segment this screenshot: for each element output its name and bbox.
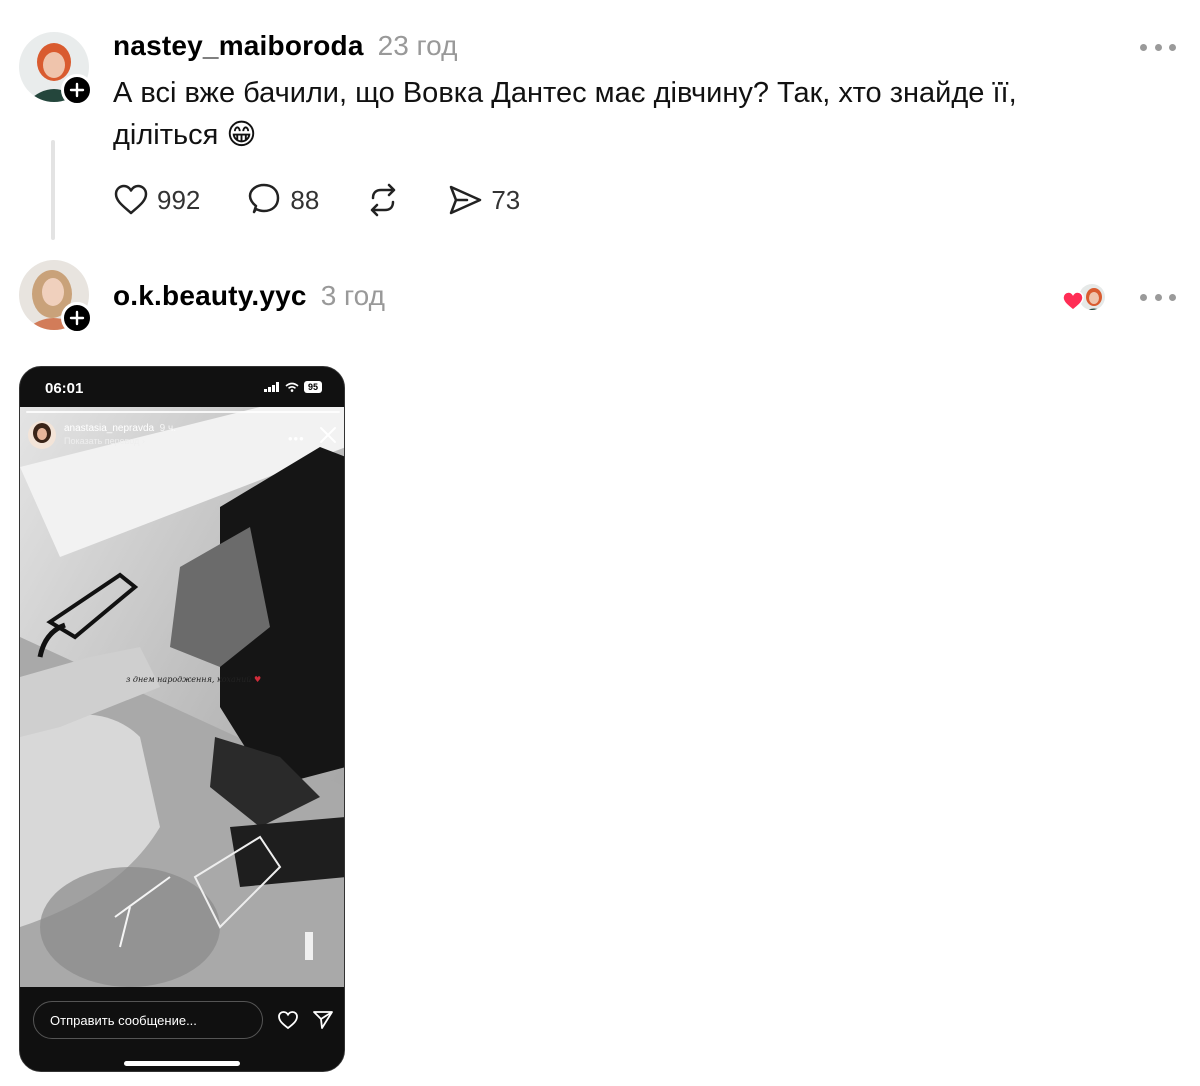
wifi-icon [285,382,299,392]
caption-text: з днем народження, коханий [126,675,252,684]
send-icon [450,185,482,215]
thread-line [51,140,55,240]
status-time: 06:01 [45,380,84,397]
post-header: nastey_maiboroda 23 год [113,30,457,62]
username[interactable]: nastey_maiboroda [113,30,364,62]
post-time: 3 год [320,280,385,311]
story-header: anastasia_nepravda 9 ч. Показать перевод… [28,421,176,449]
status-icons: 95 [263,381,322,393]
close-icon [320,427,336,443]
story-photo: anastasia_nepravda 9 ч. Показать перевод… [20,407,344,987]
post-time: 23 год [377,30,458,61]
home-indicator [124,1061,240,1066]
story-age: 9 ч. [159,423,176,434]
status-bar: 06:01 95 [20,367,344,409]
signal-icon [263,382,279,392]
more-icon[interactable] [1140,42,1176,52]
more-icon: ••• [288,431,305,446]
like-count: 992 [157,184,201,215]
story-progress [26,411,340,413]
more-icon[interactable] [1140,292,1176,302]
thread-post-1: nastey_maiboroda 23 год А всі вже бачили… [0,0,1200,240]
repost-icon [371,183,396,217]
share-count: 73 [491,184,521,215]
follow-button[interactable] [61,302,93,334]
plus-icon [69,310,85,326]
username[interactable]: o.k.beauty.yyc [113,280,307,312]
story-user: anastasia_nepravda 9 ч. Показать перевод… [64,423,176,446]
plus-icon [69,82,85,98]
heart-icon [1062,291,1084,311]
like-button[interactable]: 992 [113,182,200,218]
heart-icon: ♥ [253,675,262,684]
liked-by-indicator[interactable] [1062,282,1108,314]
story-reply-bar: Отправить сообщение... [20,987,344,1071]
post-image[interactable]: 06:01 95 anastasia_nepravda 9 ч. Показат… [19,366,345,1072]
avatar [28,421,56,449]
author-avatar-1[interactable] [19,32,93,106]
story-photo-image [20,407,344,987]
send-icon [313,1011,333,1029]
story-caption: з днем народження, коханий ♥ [126,675,261,684]
heart-icon [114,184,148,215]
post-header: o.k.beauty.yyc 3 год [113,280,385,312]
author-avatar-2[interactable] [19,260,93,334]
repost-button[interactable] [365,182,401,218]
comment-count: 88 [290,184,320,215]
battery-level: 95 [303,381,322,393]
comment-icon [249,183,280,214]
heart-icon [278,1011,298,1030]
message-input: Отправить сообщение... [33,1001,263,1039]
comment-button[interactable]: 88 [246,182,319,218]
translate-link: Показать перевод [64,436,140,446]
post-text: А всі вже бачили, що Вовка Дантес має ді… [113,77,1017,151]
follow-button[interactable] [61,74,93,106]
story-username: anastasia_nepravda [64,423,155,434]
action-bar: 992 88 73 [113,182,566,218]
share-button[interactable]: 73 [447,182,520,218]
